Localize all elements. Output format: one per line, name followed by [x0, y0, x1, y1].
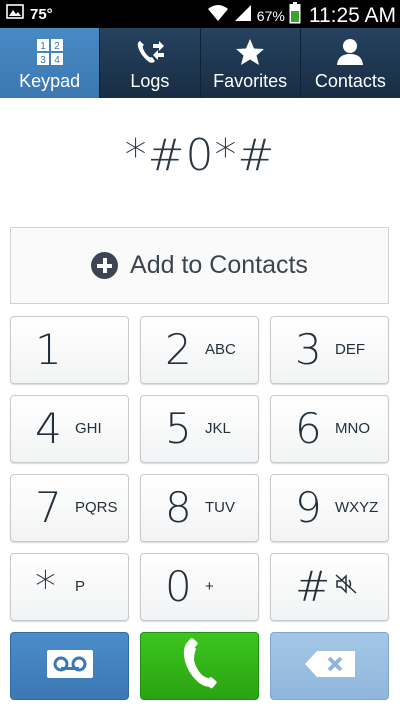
key-letters: PQRS [75, 499, 118, 516]
key-5[interactable]: 5 JKL [140, 395, 259, 463]
keypad-icon-digit: 1 [40, 41, 46, 52]
battery-percent: 67% [256, 7, 285, 24]
key-7[interactable]: 7 PQRS [10, 474, 129, 542]
backspace-icon [303, 649, 357, 684]
gallery-icon [6, 4, 24, 24]
add-icon [91, 252, 119, 279]
tab-logs[interactable]: Logs [100, 28, 201, 98]
key-1[interactable]: 1 [10, 316, 129, 384]
keypad-icon-digit: 2 [54, 41, 60, 52]
key-letters: + [205, 578, 214, 595]
key-2[interactable]: 2 ABC [140, 316, 259, 384]
key-letters: ABC [205, 341, 236, 358]
key-digit: 5 [165, 404, 192, 453]
tab-label: Logs [130, 71, 170, 91]
dialed-number[interactable]: *#0*# [0, 130, 400, 181]
tab-label: Contacts [314, 71, 386, 91]
tab-favorites[interactable]: Favorites [200, 28, 301, 98]
battery-icon [289, 2, 301, 29]
key-digit: 9 [295, 483, 322, 532]
mute-icon [335, 574, 357, 598]
voicemail-button[interactable] [10, 632, 129, 700]
key-digit: 3 [295, 325, 322, 374]
tab-keypad[interactable]: 1 2 3 4 Keypad [0, 28, 101, 98]
key-digit: 7 [35, 483, 62, 532]
key-letters: DEF [335, 341, 365, 358]
voicemail-icon [46, 649, 94, 684]
key-letters: P [75, 578, 86, 595]
key-8[interactable]: 8 TUV [140, 474, 259, 542]
add-to-contacts-label: Add to Contacts [130, 251, 308, 279]
key-letters: GHI [75, 420, 102, 437]
status-bar: 75° 67% 11:25 AM [0, 0, 400, 28]
call-button[interactable] [140, 632, 259, 700]
tab-label: Favorites [213, 71, 288, 91]
key-digit: * [35, 562, 56, 611]
key-4[interactable]: 4 GHI [10, 395, 129, 463]
keypad-icon: 1 2 3 4 [36, 38, 64, 71]
key-letters: TUV [205, 499, 235, 516]
clock: 11:25 AM [308, 3, 396, 27]
temperature: 75° [30, 5, 53, 23]
key-digit: 4 [35, 404, 62, 453]
key-digit: 2 [165, 325, 192, 374]
phone-icon [180, 637, 220, 695]
person-icon [335, 38, 365, 71]
key-digit: 1 [35, 325, 62, 374]
key-star[interactable]: * P [10, 553, 129, 621]
key-digit: 6 [295, 404, 322, 453]
logs-icon [135, 38, 165, 71]
tab-label: Keypad [19, 71, 81, 91]
keypad-icon-digit: 4 [54, 55, 60, 66]
tab-bar: 1 2 3 4 Keypad Logs Favorites Contacts [0, 28, 400, 98]
tab-contacts[interactable]: Contacts [300, 28, 400, 98]
key-6[interactable]: 6 MNO [270, 395, 389, 463]
delete-button[interactable] [270, 632, 389, 700]
signal-icon [233, 3, 253, 28]
keypad-icon-digit: 3 [40, 55, 46, 66]
key-letters: JKL [205, 420, 231, 437]
add-to-contacts-button[interactable]: Add to Contacts [10, 227, 389, 304]
key-digit: 0 [165, 562, 192, 611]
key-hash[interactable]: # [270, 553, 389, 621]
key-digit: # [295, 562, 331, 611]
key-3[interactable]: 3 DEF [270, 316, 389, 384]
key-9[interactable]: 9 WXYZ [270, 474, 389, 542]
key-letters: MNO [335, 420, 370, 437]
key-digit: 8 [165, 483, 192, 532]
star-icon [235, 38, 265, 71]
key-letters: WXYZ [335, 499, 379, 516]
wifi-icon [207, 3, 229, 28]
key-0[interactable]: 0 + [140, 553, 259, 621]
